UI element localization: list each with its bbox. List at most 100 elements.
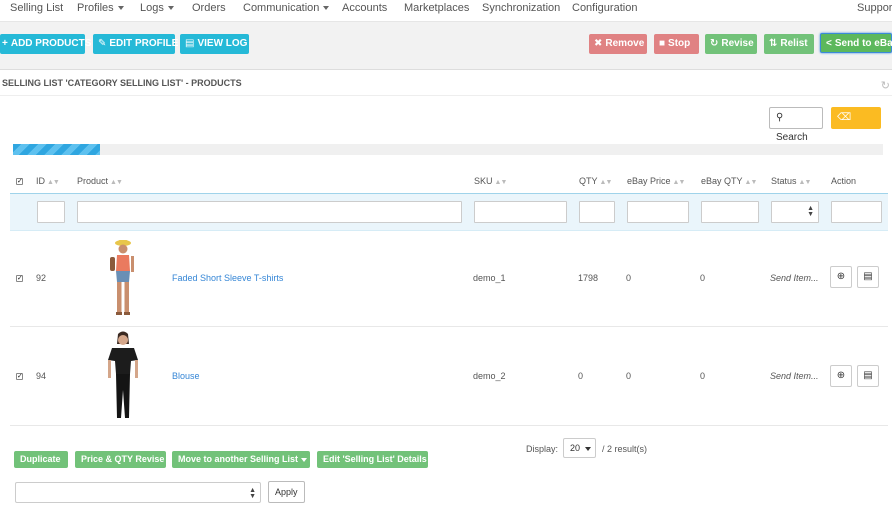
view-log-button[interactable]: ▤ VIEW LOG <box>180 34 249 54</box>
header-label: eBay QTY <box>701 176 743 186</box>
nav-selling-list[interactable]: Selling List <box>10 2 63 14</box>
results-count: / 2 result(s) <box>602 444 648 454</box>
progress-bar <box>13 144 883 155</box>
zoom-in-icon[interactable]: ⊕ <box>830 266 852 288</box>
product-link[interactable]: Faded Short Sleeve T-shirts <box>172 273 283 283</box>
filter-ebay-qty-input[interactable] <box>701 201 759 223</box>
nav-label: Accounts <box>342 2 388 14</box>
column-header-ebay-qty[interactable]: eBay QTY ▲▼ <box>701 176 758 186</box>
sort-icon[interactable]: ▲▼ <box>47 179 60 186</box>
progress-fill <box>13 144 100 155</box>
sort-icon[interactable]: ▲▼ <box>799 179 812 186</box>
search-button[interactable]: ⚲ Search <box>769 107 823 143</box>
reset-button[interactable]: ⌫Reset <box>831 107 881 145</box>
column-header-sku[interactable]: SKU ▲▼ <box>474 176 508 186</box>
header-label: Product <box>77 176 109 186</box>
details-icon[interactable]: ▤ <box>857 365 879 387</box>
button-label: Apply <box>275 487 298 497</box>
list-icon: ▤ <box>185 38 195 49</box>
row-checkbox[interactable]: ✓ <box>16 275 23 282</box>
remove-button[interactable]: ✖ Remove <box>589 34 647 54</box>
filter-status-select[interactable]: ▲ ▼ <box>771 201 819 223</box>
nav-synchronization[interactable]: Synchronization <box>482 2 560 14</box>
column-header-status[interactable]: Status ▲▼ <box>771 176 812 186</box>
button-label: Duplicate <box>20 454 61 464</box>
apply-button[interactable]: Apply <box>268 481 305 503</box>
nav-label: Communication <box>243 2 320 14</box>
filter-row: ▲ ▼ <box>10 193 888 231</box>
sort-icon[interactable]: ▲▼ <box>600 179 613 186</box>
panel-title: SELLING LIST 'CATEGORY SELLING LIST' - P… <box>2 78 242 88</box>
sort-icon[interactable]: ▲▼ <box>745 179 758 186</box>
nav-label: Selling List <box>10 2 64 14</box>
top-nav: Selling List Profiles Logs Orders Commun… <box>0 0 892 22</box>
edit-profile-button[interactable]: ✎ EDIT PROFILE <box>93 34 179 54</box>
nav-profiles[interactable]: Profiles <box>77 2 124 14</box>
row-checkbox[interactable]: ✓ <box>16 373 23 380</box>
row-qty: 1798 <box>578 273 599 283</box>
column-header-qty[interactable]: QTY ▲▼ <box>579 176 613 186</box>
nav-label: Support <box>857 2 892 14</box>
add-products-button[interactable]: + ADD PRODUCTS <box>0 34 91 54</box>
row-ebay-price: 0 <box>626 371 632 381</box>
filter-ebay-price-input[interactable] <box>627 201 689 223</box>
nav-label: Configuration <box>572 2 638 14</box>
nav-marketplaces[interactable]: Marketplaces <box>404 2 469 14</box>
edit-icon: ✎ <box>98 38 107 49</box>
product-link[interactable]: Blouse <box>172 371 200 381</box>
bulk-action-select[interactable]: ▲ ▼ <box>15 482 261 503</box>
button-label: Search <box>776 132 808 143</box>
nav-support[interactable]: Support <box>857 2 892 14</box>
edit-selling-list-details-button[interactable]: Edit 'Selling List' Details <box>317 451 428 468</box>
select-all-checkbox[interactable]: ✓ <box>16 178 23 185</box>
stop-button[interactable]: ■ Stop <box>654 34 699 54</box>
revise-button[interactable]: ↻ Revise <box>705 34 757 54</box>
filter-id-input[interactable] <box>37 201 65 223</box>
nav-label: Marketplaces <box>404 2 470 14</box>
move-selling-list-button[interactable]: Move to another Selling List <box>172 451 310 468</box>
nav-configuration[interactable]: Configuration <box>572 2 637 14</box>
display-count-select[interactable]: 20 <box>563 438 596 458</box>
caret-down-icon <box>117 6 124 11</box>
sort-icon[interactable]: ▲▼ <box>673 179 686 186</box>
duplicate-button[interactable]: Duplicate <box>14 451 68 468</box>
button-label: Edit 'Selling List' Details <box>323 454 427 464</box>
row-ebay-qty: 0 <box>700 273 706 283</box>
select-arrows-icon: ▲ ▼ <box>249 487 256 500</box>
button-label: Move to another Selling List <box>178 454 299 464</box>
header-label: QTY <box>579 176 598 186</box>
nav-orders[interactable]: Orders <box>192 2 226 14</box>
nav-accounts[interactable]: Accounts <box>342 2 387 14</box>
sort-icon[interactable]: ▲▼ <box>495 179 508 186</box>
sort-icon[interactable]: ▲▼ <box>110 179 123 186</box>
filter-product-input[interactable] <box>77 201 462 223</box>
row-divider <box>10 326 888 327</box>
row-qty: 0 <box>578 371 584 381</box>
row-id: 94 <box>36 371 47 381</box>
column-header-id[interactable]: ID ▲▼ <box>36 176 60 186</box>
send-to-ebay-button[interactable]: < Send to eBay <box>820 33 892 53</box>
nav-logs[interactable]: Logs <box>140 2 174 14</box>
filter-qty-input[interactable] <box>579 201 615 223</box>
column-header-action: Action <box>831 176 856 186</box>
button-label: Remove <box>605 38 645 49</box>
caret-down-icon <box>323 6 330 11</box>
row-ebay-price: 0 <box>626 273 632 283</box>
price-qty-revise-button[interactable]: Price & QTY Revise <box>75 451 166 468</box>
refresh-icon[interactable]: ↻ <box>881 79 890 92</box>
column-header-product[interactable]: Product ▲▼ <box>77 176 123 186</box>
relist-button[interactable]: ⇅ Relist <box>764 34 814 54</box>
filter-action-input[interactable] <box>831 201 882 223</box>
header-label: ID <box>36 176 45 186</box>
zoom-in-icon[interactable]: ⊕ <box>830 365 852 387</box>
panel-header: SELLING LIST 'CATEGORY SELLING LIST' - P… <box>0 71 892 96</box>
product-thumbnail <box>96 330 150 423</box>
filter-sku-input[interactable] <box>474 201 567 223</box>
caret-down-icon <box>167 6 174 11</box>
details-icon[interactable]: ▤ <box>857 266 879 288</box>
nav-communication[interactable]: Communication <box>243 2 330 14</box>
column-header-ebay-price[interactable]: eBay Price ▲▼ <box>627 176 686 186</box>
share-icon: < <box>826 38 832 49</box>
button-label: Revise <box>721 38 754 49</box>
button-label: EDIT PROFILE <box>109 38 179 49</box>
